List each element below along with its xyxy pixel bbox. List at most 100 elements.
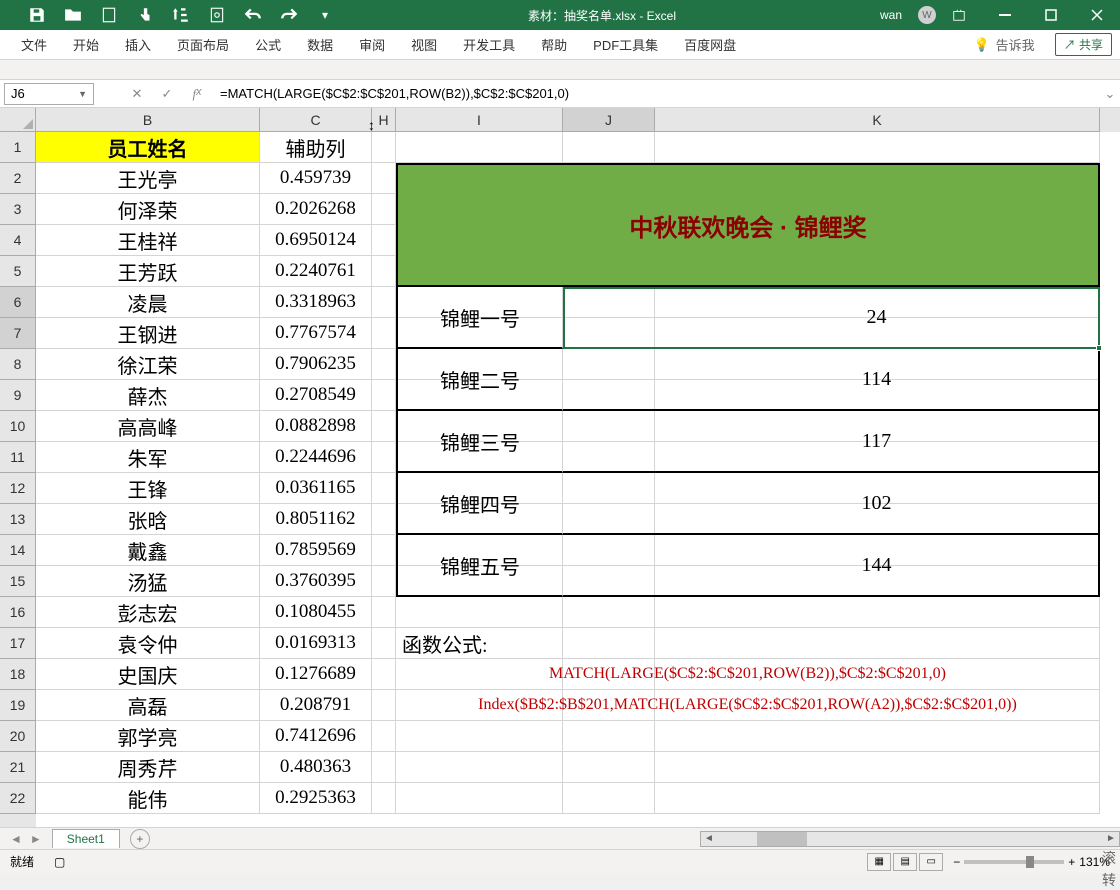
cell[interactable] <box>563 597 655 628</box>
cell[interactable]: 王光亭 <box>36 163 260 194</box>
row-header-2[interactable]: 2 <box>0 163 36 194</box>
cell[interactable]: 0.3760395 <box>260 566 372 597</box>
col-header-c[interactable]: C <box>260 108 372 132</box>
cell[interactable] <box>372 659 396 690</box>
cell[interactable]: 袁令仲 <box>36 628 260 659</box>
row-header-17[interactable]: 17 <box>0 628 36 659</box>
scroll-right-icon[interactable]: ► <box>1103 833 1119 844</box>
cell[interactable]: 高高峰 <box>36 411 260 442</box>
prize-blank[interactable] <box>563 411 655 473</box>
cell[interactable]: 0.2708549 <box>260 380 372 411</box>
cell[interactable] <box>372 690 396 721</box>
tab-file[interactable]: 文件 <box>8 30 60 60</box>
col-header-h[interactable]: H <box>372 108 396 132</box>
row-header-5[interactable]: 5 <box>0 256 36 287</box>
row-header-3[interactable]: 3 <box>0 194 36 225</box>
prize-blank[interactable] <box>563 287 655 349</box>
cell[interactable] <box>563 132 655 163</box>
cell[interactable]: 0.480363 <box>260 752 372 783</box>
scroll-left-icon[interactable]: ◄ <box>701 833 717 844</box>
cell[interactable]: 0.8051162 <box>260 504 372 535</box>
cell[interactable] <box>372 132 396 163</box>
cell[interactable]: 郭学亮 <box>36 721 260 752</box>
cell[interactable]: 0.459739 <box>260 163 372 194</box>
cell[interactable]: 何泽荣 <box>36 194 260 225</box>
cancel-formula-icon[interactable]: ✕ <box>122 86 152 102</box>
row-header-19[interactable]: 19 <box>0 690 36 721</box>
user-avatar[interactable]: W <box>918 6 936 24</box>
sheet-tab-1[interactable]: Sheet1 <box>52 829 120 848</box>
cell[interactable] <box>563 721 655 752</box>
cell[interactable]: 0.6950124 <box>260 225 372 256</box>
row-header-22[interactable]: 22 <box>0 783 36 814</box>
next-sheet-icon[interactable]: ► <box>30 832 42 846</box>
cell[interactable]: 0.1276689 <box>260 659 372 690</box>
cell[interactable] <box>563 752 655 783</box>
cell[interactable]: 汤猛 <box>36 566 260 597</box>
cell[interactable] <box>655 597 1100 628</box>
cell[interactable] <box>563 628 1100 659</box>
cell[interactable] <box>372 442 396 473</box>
view-break-icon[interactable]: ▭ <box>919 853 943 871</box>
share-button[interactable]: ↗ 共享 <box>1055 33 1112 56</box>
zoom-control[interactable]: − + 131% <box>953 855 1110 869</box>
cell[interactable] <box>563 783 655 814</box>
zoom-slider[interactable] <box>964 860 1064 864</box>
tab-layout[interactable]: 页面布局 <box>164 30 242 60</box>
row-header-9[interactable]: 9 <box>0 380 36 411</box>
save-icon[interactable] <box>28 6 46 24</box>
cell[interactable] <box>372 597 396 628</box>
cell[interactable]: 周秀芹 <box>36 752 260 783</box>
tab-help[interactable]: 帮助 <box>528 30 580 60</box>
col-header-k[interactable]: K <box>655 108 1100 132</box>
row-header-6[interactable]: 6 <box>0 287 36 318</box>
tab-pdf[interactable]: PDF工具集 <box>580 30 671 60</box>
fx-icon[interactable]: fx <box>182 86 212 102</box>
row-header-8[interactable]: 8 <box>0 349 36 380</box>
prize-blank[interactable] <box>563 349 655 411</box>
new-icon[interactable] <box>100 6 118 24</box>
cell[interactable] <box>372 225 396 256</box>
row-header-14[interactable]: 14 <box>0 535 36 566</box>
cell[interactable] <box>655 132 1100 163</box>
cell[interactable] <box>372 256 396 287</box>
prize-title[interactable]: 中秋联欢晚会 · 锦鲤奖 <box>396 163 1100 287</box>
col-header-b[interactable]: B <box>36 108 260 132</box>
close-icon[interactable] <box>1074 0 1120 30</box>
touch-icon[interactable] <box>136 6 154 24</box>
enter-formula-icon[interactable]: ✓ <box>152 86 182 102</box>
tab-data[interactable]: 数据 <box>294 30 346 60</box>
prize-label[interactable]: 锦鲤四号 <box>396 473 563 535</box>
cell[interactable]: 能伟 <box>36 783 260 814</box>
col-header-i[interactable]: I <box>396 108 563 132</box>
cell[interactable] <box>396 132 563 163</box>
cell[interactable] <box>396 721 563 752</box>
chevron-down-icon[interactable]: ▼ <box>78 89 87 99</box>
formula-text[interactable]: Index($B$2:$B$201,MATCH(LARGE($C$2:$C$20… <box>396 690 1100 721</box>
select-all-button[interactable] <box>0 108 36 132</box>
tab-developer[interactable]: 开发工具 <box>450 30 528 60</box>
cell[interactable]: 员工姓名 <box>36 132 260 163</box>
cell[interactable]: 王芳跃 <box>36 256 260 287</box>
cell[interactable] <box>372 473 396 504</box>
cell[interactable]: 张晗 <box>36 504 260 535</box>
prev-sheet-icon[interactable]: ◄ <box>10 832 22 846</box>
cell[interactable]: 王桂祥 <box>36 225 260 256</box>
tab-view[interactable]: 视图 <box>398 30 450 60</box>
cell[interactable] <box>372 721 396 752</box>
cell[interactable] <box>372 287 396 318</box>
cell[interactable] <box>655 752 1100 783</box>
cell[interactable] <box>655 783 1100 814</box>
cell[interactable]: 戴鑫 <box>36 535 260 566</box>
macro-record-icon[interactable]: ▢ <box>54 855 65 869</box>
prize-blank[interactable] <box>563 473 655 535</box>
prize-blank[interactable] <box>563 535 655 597</box>
cell[interactable]: 0.0882898 <box>260 411 372 442</box>
cell[interactable] <box>396 752 563 783</box>
cell[interactable]: 0.208791 <box>260 690 372 721</box>
minimize-icon[interactable] <box>982 0 1028 30</box>
cell[interactable]: 0.2244696 <box>260 442 372 473</box>
cell[interactable] <box>372 163 396 194</box>
row-header-21[interactable]: 21 <box>0 752 36 783</box>
formula-section-label[interactable]: 函数公式: <box>396 628 563 659</box>
